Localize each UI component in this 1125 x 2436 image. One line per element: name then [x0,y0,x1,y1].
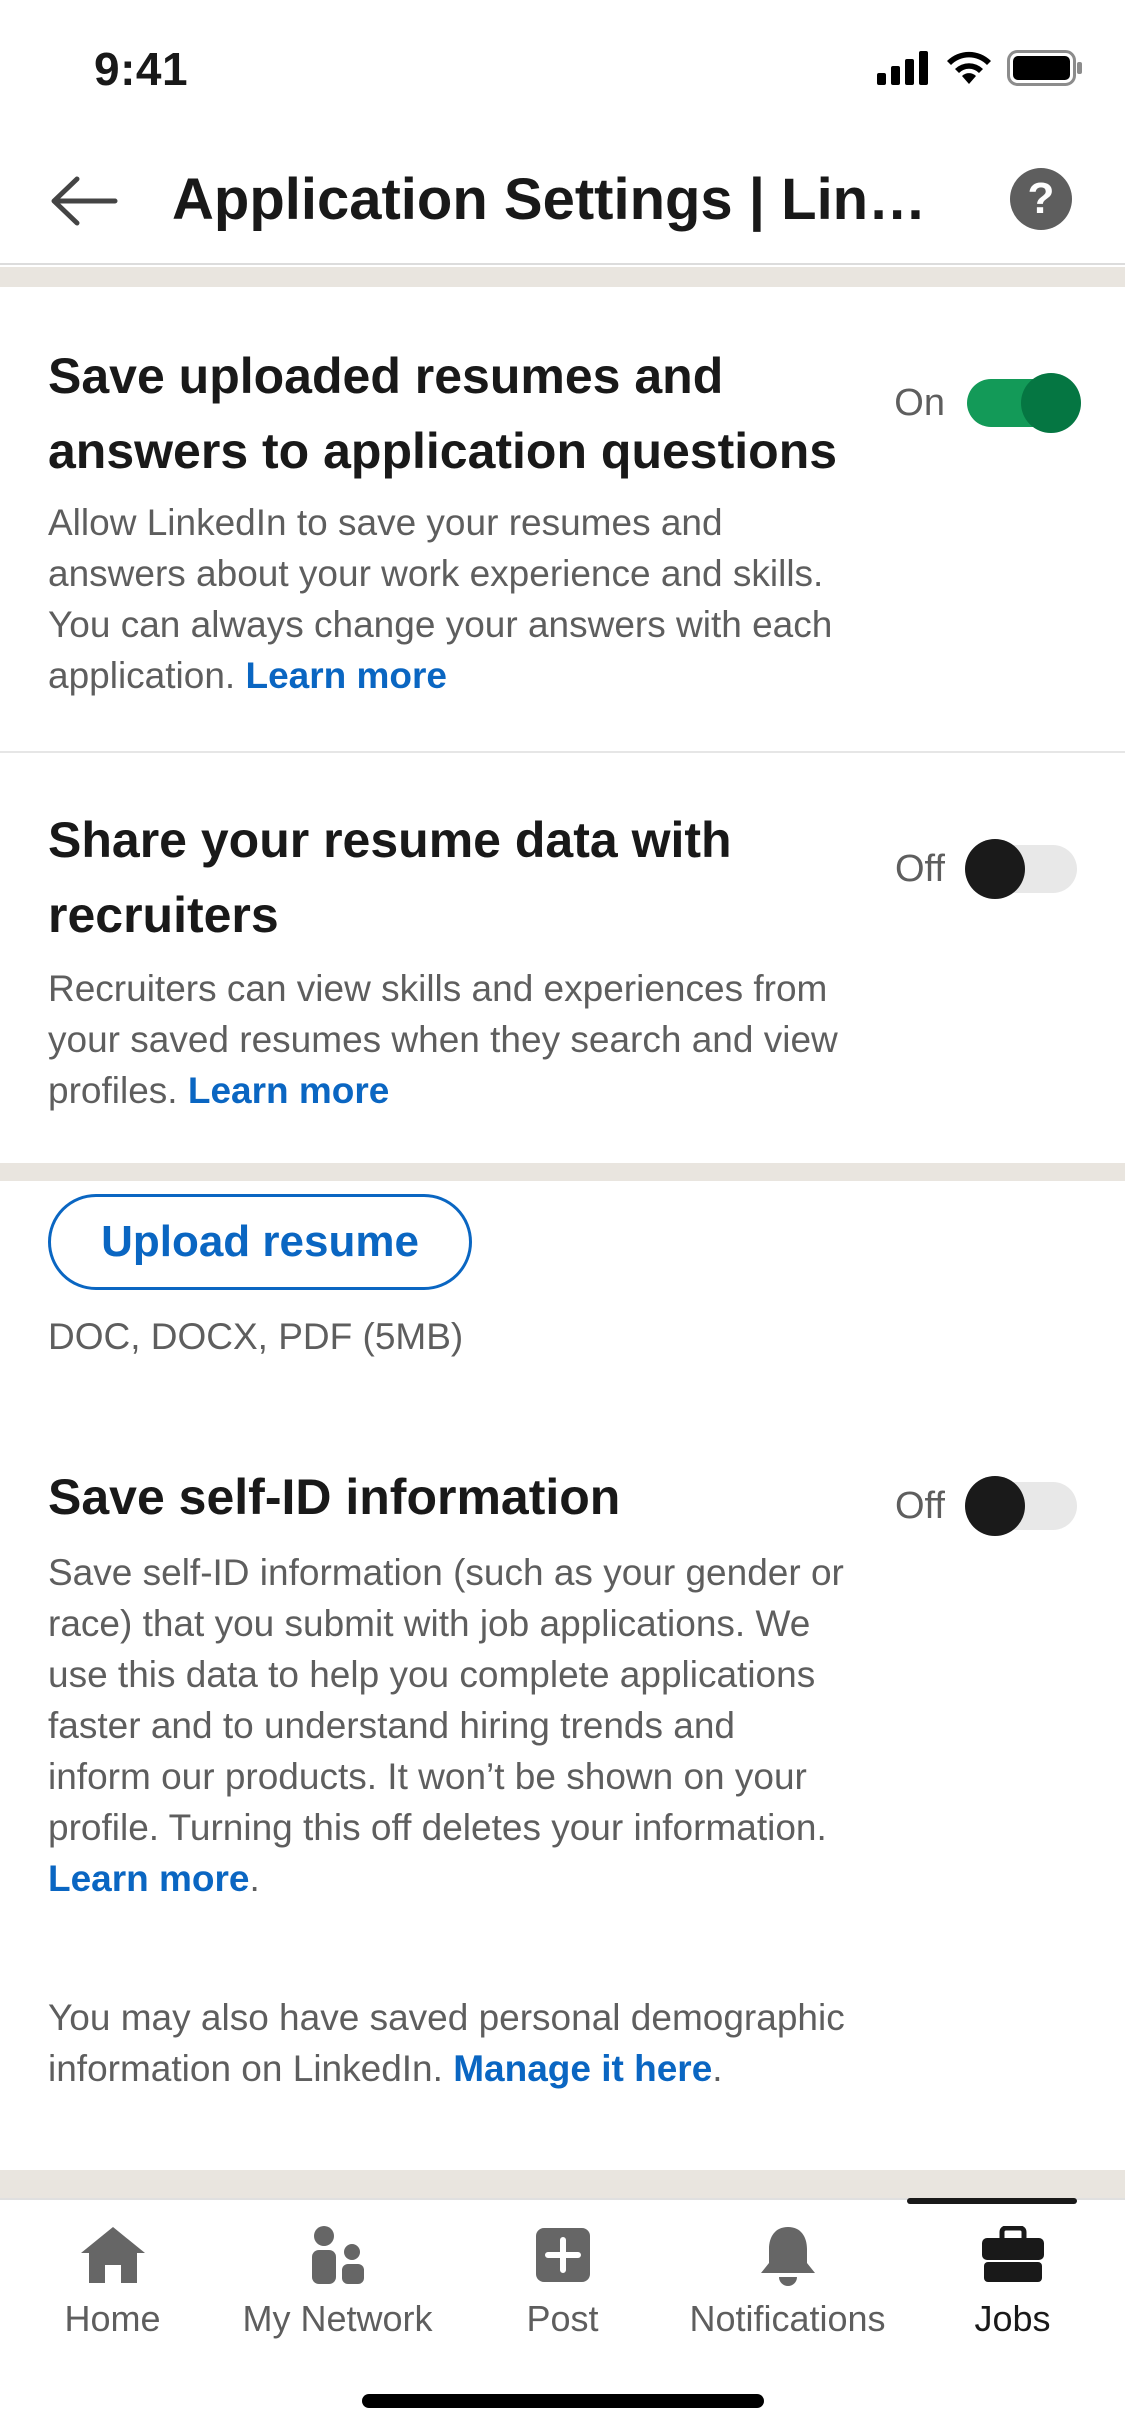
setting-share-resume: Share your resume data with recruiters R… [0,753,1125,1163]
section-separator [0,1163,1125,1181]
application-settings-screen: 9:41 Application Settings | LinkedIn ? S… [0,0,1125,2436]
setting-description: Save self-ID information (such as your g… [48,1547,848,1904]
network-icon [303,2220,373,2290]
description-text: Save self-ID information (such as your g… [48,1552,844,1848]
nav-label: Home [64,2298,161,2339]
status-bar: 9:41 [0,0,1125,140]
toggle-group: Off [895,839,1077,899]
toggle-state-label: Off [895,847,945,890]
setting-title: Share your resume data with recruiters [48,812,732,943]
nav-item-home[interactable]: Home [0,2200,225,2350]
self-id-toggle[interactable] [965,1476,1077,1536]
description-text: You may also have saved personal demogra… [48,1997,845,2089]
bell-icon [753,2220,823,2290]
upload-resume-button[interactable]: Upload resume [48,1194,472,1290]
nav-label: Notifications [689,2298,886,2339]
wifi-icon [945,50,993,91]
setting-extra-description: You may also have saved personal demogra… [48,1992,848,2094]
setting-self-id: Save self-ID information Save self-ID in… [0,1440,1125,2170]
setting-description: Recruiters can view skills and experienc… [48,963,848,1116]
cellular-signal-icon [877,50,931,90]
help-button[interactable]: ? [1010,168,1072,230]
learn-more-link[interactable]: Learn more [188,1070,390,1111]
setting-description: Allow LinkedIn to save your resumes and … [48,497,848,701]
briefcase-icon [978,2220,1048,2290]
setting-title: Save self-ID information [48,1469,621,1525]
toggle-group: On [894,373,1081,433]
question-mark-icon: ? [1027,174,1055,223]
post-icon [528,2220,598,2290]
battery-icon [1007,49,1083,91]
share-resume-toggle[interactable] [965,839,1077,899]
toggle-state-label: Off [895,1484,945,1527]
status-time: 9:41 [94,43,189,95]
toggle-knob [965,1476,1025,1536]
toggle-group: Off [895,1476,1077,1536]
section-separator [0,2170,1125,2198]
back-button[interactable] [44,168,124,238]
manage-demographics-link[interactable]: Manage it here [453,2048,712,2089]
top-app-bar: Application Settings | LinkedIn ? [0,140,1125,265]
nav-label: My Network [242,2298,433,2339]
section-separator [0,267,1125,287]
description-text: Recruiters can view skills and experienc… [48,968,838,1111]
toggle-state-label: On [894,381,945,424]
nav-item-post[interactable]: Post [450,2200,675,2350]
learn-more-link[interactable]: Learn more [245,655,447,696]
toggle-knob [1021,373,1081,433]
nav-item-jobs[interactable]: Jobs [900,2200,1125,2350]
learn-more-link[interactable]: Learn more [48,1858,250,1899]
arrow-left-icon [49,176,119,231]
nav-label: Jobs [974,2298,1051,2339]
save-resumes-toggle[interactable] [967,373,1081,433]
home-indicator [362,2394,764,2408]
nav-label: Post [526,2298,599,2339]
nav-item-my-network[interactable]: My Network [225,2200,450,2350]
page-title: Application Settings | LinkedIn [172,167,952,232]
setting-title: Save uploaded resumes and answers to app… [48,348,838,479]
status-icons [877,49,1083,91]
punctuation: . [712,2048,723,2089]
nav-item-notifications[interactable]: Notifications [675,2200,900,2350]
toggle-knob [965,839,1025,899]
home-icon [78,2220,148,2290]
punctuation: . [249,1858,260,1899]
setting-save-resumes: Save uploaded resumes and answers to app… [0,287,1125,751]
upload-file-types: DOC, DOCX, PDF (5MB) [48,1316,464,1357]
